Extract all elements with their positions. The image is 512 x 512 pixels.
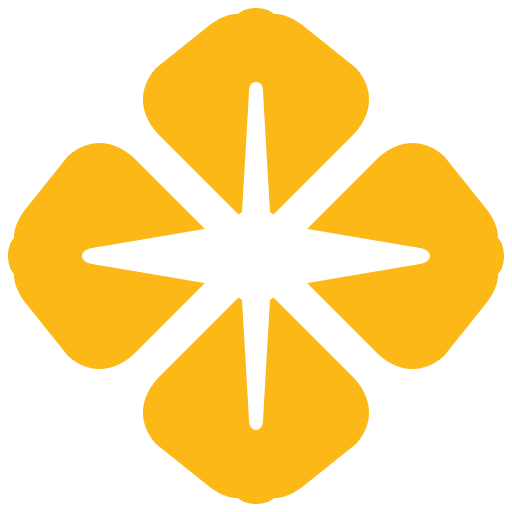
logo-canvas <box>0 0 512 512</box>
four-petal-flower-with-star-icon <box>8 8 504 504</box>
star-center <box>212 212 300 300</box>
star-sparkle <box>82 82 430 430</box>
